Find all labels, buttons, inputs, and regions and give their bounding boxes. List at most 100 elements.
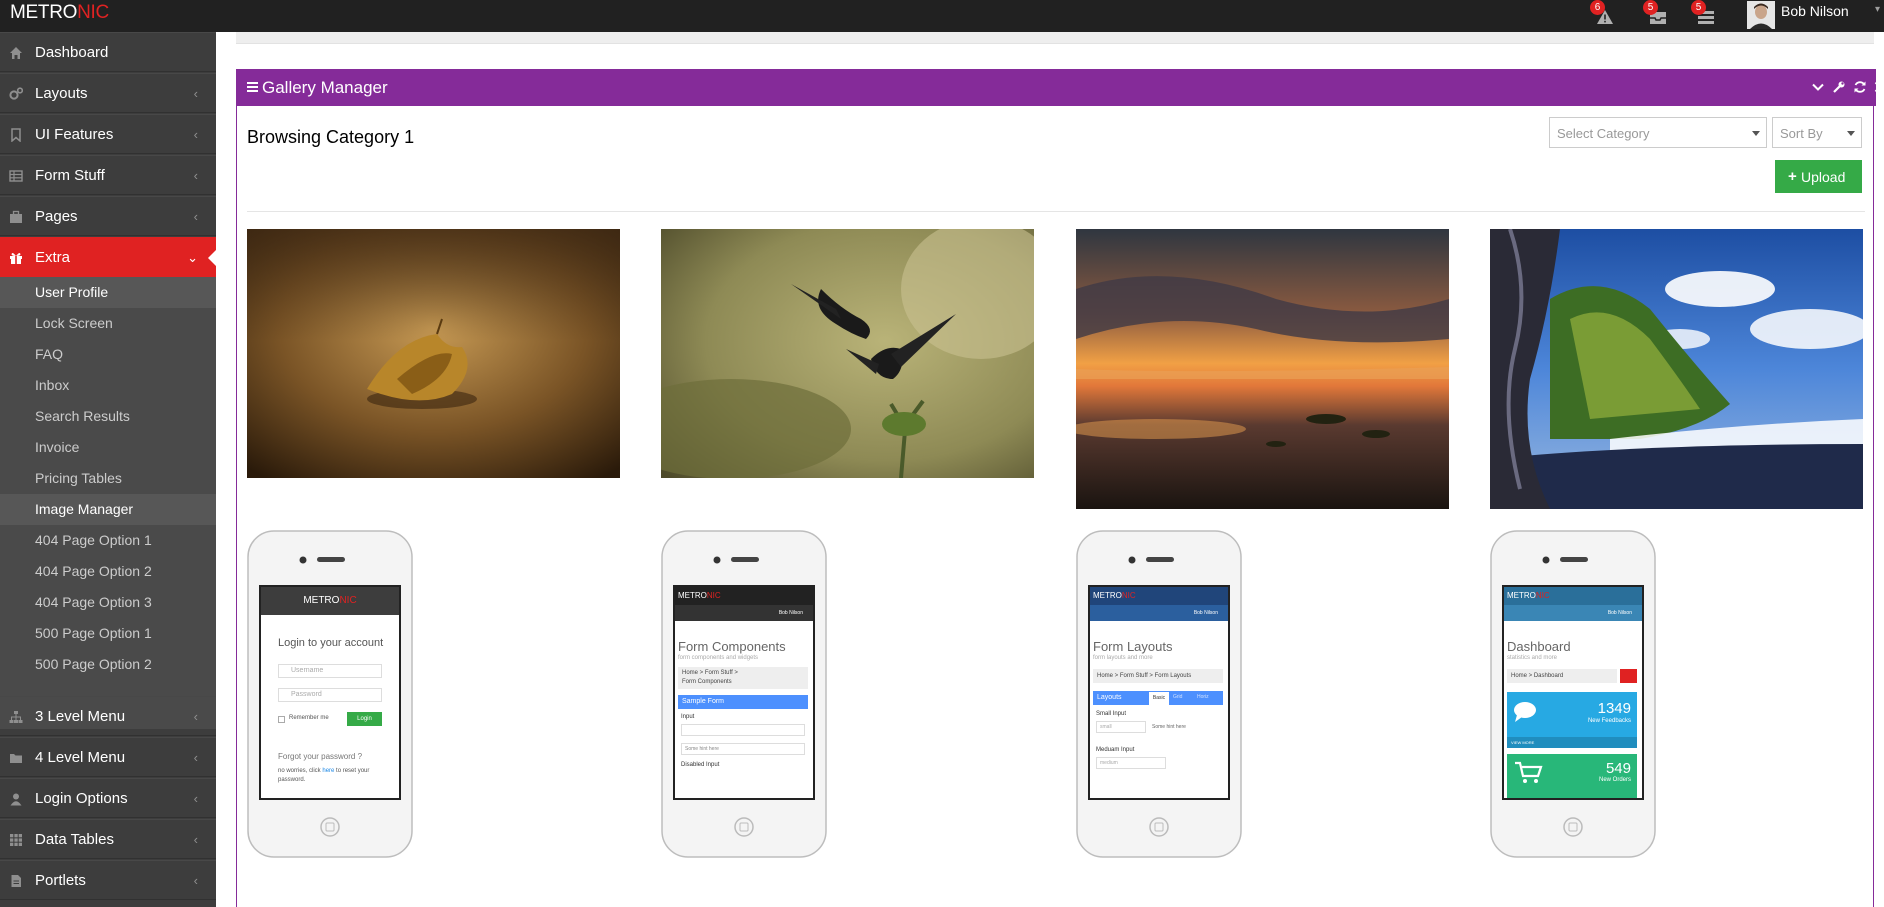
phone-label: Meduam Input <box>1096 747 1135 753</box>
bookmark-icon <box>11 128 21 142</box>
submenu-item-404-option-1[interactable]: 404 Page Option 1 <box>0 525 216 556</box>
phone-username-field: Username <box>278 664 382 678</box>
grid-icon <box>10 834 22 846</box>
gallery-image-coast[interactable] <box>1490 229 1863 509</box>
inbox-badge: 5 <box>1643 0 1658 15</box>
gallery-image-phone-form-layouts[interactable]: METRONIC Bob Nilson Form Layouts form la… <box>1076 530 1242 860</box>
submenu-item-search-results[interactable]: Search Results <box>0 401 216 432</box>
birds-photo <box>661 229 1034 478</box>
gallery-image-phone-login[interactable]: METRONIC Login to your account Username … <box>247 530 413 860</box>
cogs-icon <box>9 87 23 100</box>
submenu-item-user-profile[interactable]: User Profile <box>0 277 216 308</box>
phone-logo: METRONIC <box>1504 587 1642 605</box>
phone-date-button <box>1620 669 1637 683</box>
sidebar-item-ui-features[interactable]: UI Features ‹ <box>0 114 216 154</box>
gallery-image-leaf[interactable] <box>247 229 620 478</box>
submenu-item-404-option-3[interactable]: 404 Page Option 3 <box>0 587 216 618</box>
tasks-dropdown[interactable]: 5 <box>1691 0 1719 28</box>
phone-portlet-title: Sample Form <box>678 695 808 709</box>
tasks-badge: 5 <box>1691 0 1706 15</box>
submenu-item-label: Image Manager <box>35 501 134 517</box>
phone-input: small <box>1096 721 1146 733</box>
sidebar-item-layouts[interactable]: Layouts ‹ <box>0 73 216 113</box>
gallery-image-phone-dashboard[interactable]: METRONIC Bob Nilson Dashboard statistics… <box>1490 530 1656 860</box>
chevron-left-icon: ‹ <box>193 832 198 847</box>
phone-user: Bob Nilson <box>1090 605 1228 621</box>
extra-submenu: User Profile Lock Screen FAQ Inbox Searc… <box>0 277 216 729</box>
close-icon[interactable] <box>1873 80 1884 94</box>
submenu-item-500-option-1[interactable]: 500 Page Option 1 <box>0 618 216 649</box>
phone-page-title: Dashboard <box>1507 639 1571 654</box>
logo-text-accent: NIC <box>77 2 109 23</box>
gift-icon <box>10 253 22 264</box>
phone-input <box>681 724 805 736</box>
category-heading: Browsing Category 1 <box>247 127 415 147</box>
sidebar-item-portlets[interactable]: Portlets ‹ <box>0 860 216 900</box>
chevron-down-icon: ⌄ <box>187 250 198 265</box>
submenu-item-invoice[interactable]: Invoice <box>0 432 216 463</box>
leaf-photo <box>247 229 620 478</box>
submenu-item-label: 500 Page Option 1 <box>35 625 152 641</box>
sidebar-item-label: 3 Level Menu <box>35 708 126 725</box>
submenu-item-lock-screen[interactable]: Lock Screen <box>0 308 216 339</box>
phone-password-field: Password <box>278 688 382 702</box>
phone-page-title: Form Layouts <box>1093 639 1173 654</box>
sort-by-dropdown[interactable]: Sort By <box>1772 117 1862 148</box>
submenu-item-label: Inbox <box>35 377 70 393</box>
breadcrumb <box>236 32 1874 44</box>
sidebar-item-3-level-menu[interactable]: 3 Level Menu ‹ <box>0 696 216 736</box>
submenu-item-inbox[interactable]: Inbox <box>0 370 216 401</box>
upload-button-label: Upload <box>1801 169 1846 185</box>
notification-dropdown[interactable]: 6 <box>1590 0 1618 28</box>
sidebar: Dashboard Layouts ‹ UI Features ‹ Form S… <box>0 32 217 907</box>
sidebar-item-login-options[interactable]: Login Options ‹ <box>0 778 216 818</box>
submenu-item-faq[interactable]: FAQ <box>0 339 216 370</box>
sidebar-item-label: Pages <box>35 208 78 225</box>
select-category-dropdown[interactable]: Select Category <box>1549 117 1767 148</box>
submenu-item-500-option-2[interactable]: 500 Page Option 2 <box>0 649 216 680</box>
page-content: Gallery Manager Browsing Category 1 Sele… <box>216 32 1884 907</box>
folder-icon <box>10 754 22 763</box>
portlet-title: Gallery Manager <box>262 78 388 97</box>
submenu-item-label: Lock Screen <box>35 315 113 331</box>
submenu-item-404-option-2[interactable]: 404 Page Option 2 <box>0 556 216 587</box>
submenu-item-pricing-tables[interactable]: Pricing Tables <box>0 463 216 494</box>
gallery-image-sunset[interactable] <box>1076 229 1449 509</box>
sidebar-item-form-stuff[interactable]: Form Stuff ‹ <box>0 155 216 195</box>
gallery-image-birds[interactable] <box>661 229 1034 478</box>
sidebar-item-label: Portlets <box>35 872 86 889</box>
chevron-left-icon: ‹ <box>193 209 198 224</box>
phone-breadcrumb: Home > Form Stuff > Form Components <box>678 667 808 689</box>
submenu-item-label: Search Results <box>35 408 130 424</box>
submenu-item-label: FAQ <box>35 346 64 362</box>
sidebar-item-data-tables[interactable]: Data Tables ‹ <box>0 819 216 859</box>
phone-page-subtitle: form layouts and more <box>1093 655 1153 661</box>
phone-page-title: Form Components <box>678 639 786 654</box>
select-category-value: Select Category <box>1557 126 1650 141</box>
reload-icon[interactable] <box>1853 80 1867 94</box>
coast-cliff-photo <box>1490 229 1863 509</box>
plus-icon: + <box>1788 168 1797 185</box>
sidebar-item-extra[interactable]: Extra ⌄ <box>0 237 217 277</box>
phone-screen: METRONIC Bob Nilson Form Layouts form la… <box>1090 587 1228 798</box>
reorder-icon <box>247 82 258 92</box>
logo[interactable]: METRONIC <box>10 2 109 24</box>
submenu-item-label: Pricing Tables <box>35 470 122 486</box>
sidebar-item-label: Form Stuff <box>35 167 105 184</box>
sidebar-item-4-level-menu[interactable]: 4 Level Menu ‹ <box>0 737 216 777</box>
sort-by-value: Sort By <box>1780 126 1823 141</box>
inbox-dropdown[interactable]: 5 <box>1643 0 1671 28</box>
upload-button[interactable]: + Upload <box>1775 160 1862 193</box>
sidebar-item-label: 4 Level Menu <box>35 749 126 766</box>
sidebar-item-pages[interactable]: Pages ‹ <box>0 196 216 236</box>
notification-badge: 6 <box>1590 0 1605 15</box>
submenu-item-label: 404 Page Option 1 <box>35 532 152 548</box>
sidebar-item-dashboard[interactable]: Dashboard <box>0 32 216 72</box>
submenu-item-image-manager[interactable]: Image Manager <box>0 494 216 525</box>
submenu-item-label: 404 Page Option 2 <box>35 563 152 579</box>
portlet-title-bar: Gallery Manager <box>236 69 1884 106</box>
sidebar-item-label: UI Features <box>35 126 114 143</box>
gallery-image-phone-form-components[interactable]: METRONIC Bob Nilson Form Components form… <box>661 530 827 860</box>
wrench-icon[interactable] <box>1832 80 1846 94</box>
collapse-icon[interactable] <box>1811 80 1825 94</box>
